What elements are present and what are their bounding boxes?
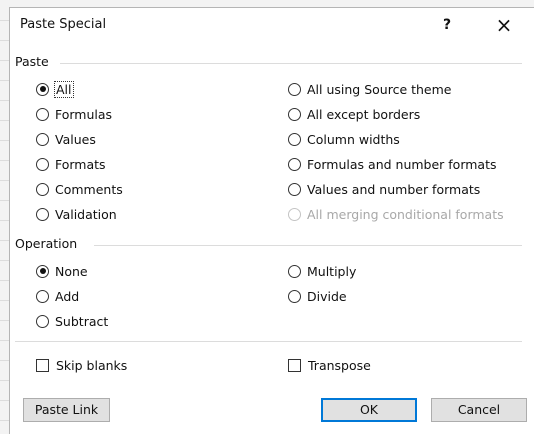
radio-button (36, 107, 49, 121)
radio-label: None (55, 263, 88, 279)
radio-label: Validation (55, 206, 117, 222)
ok-button[interactable]: OK (321, 398, 417, 422)
radio-label: Formats (55, 156, 106, 172)
radio-button (36, 182, 49, 196)
paste-formulas-radio[interactable]: Formulas (36, 104, 112, 124)
paste-values-number-formats-radio[interactable]: Values and number formats (288, 179, 480, 199)
paste-comments-radio[interactable]: Comments (36, 179, 123, 199)
radio-label: All except borders (307, 106, 421, 122)
radio-label: All using Source theme (307, 81, 452, 97)
radio-button (288, 82, 301, 96)
radio-label: Add (55, 288, 80, 304)
paste-all-radio[interactable]: All (36, 79, 74, 99)
radio-button (288, 157, 301, 171)
operation-group-label: Operation (15, 236, 78, 251)
radio-button (288, 107, 301, 121)
paste-all-except-borders-radio[interactable]: All except borders (288, 104, 420, 124)
radio-label: Divide (307, 288, 347, 304)
operation-none-radio[interactable]: None (36, 261, 88, 281)
checkbox-box (288, 358, 301, 372)
radio-button (36, 314, 49, 328)
radio-button (288, 182, 301, 196)
paste-formulas-number-formats-radio[interactable]: Formulas and number formats (288, 154, 497, 174)
paste-values-radio[interactable]: Values (36, 129, 96, 149)
radio-label: Formulas (55, 106, 113, 122)
radio-button (288, 264, 301, 278)
dialog-title: Paste Special (20, 17, 107, 32)
radio-label: All (54, 80, 74, 98)
title-bar: Paste Special ? × (10, 8, 534, 42)
radio-button (36, 157, 49, 171)
paste-link-button[interactable]: Paste Link (23, 398, 110, 422)
operation-multiply-radio[interactable]: Multiply (288, 261, 356, 281)
operation-add-radio[interactable]: Add (36, 286, 79, 306)
paste-special-dialog: Paste Special ? × Paste All Formulas Val… (9, 7, 534, 434)
radio-label: All merging conditional formats (307, 206, 504, 222)
radio-label: Values and number formats (307, 181, 481, 197)
close-button[interactable]: × (489, 12, 519, 38)
radio-selected (36, 82, 49, 96)
radio-button (36, 289, 49, 303)
checkbox-box (36, 358, 49, 372)
options-divider (15, 341, 522, 342)
radio-label: Subtract (55, 313, 109, 329)
radio-selected (36, 264, 49, 278)
paste-validation-radio[interactable]: Validation (36, 204, 117, 224)
radio-label: Formulas and number formats (307, 156, 497, 172)
paste-formats-radio[interactable]: Formats (36, 154, 106, 174)
checkbox-label: Transpose (308, 357, 371, 373)
radio-label: Multiply (307, 263, 357, 279)
radio-button (36, 132, 49, 146)
radio-button (36, 207, 49, 221)
checkbox-label: Skip blanks (56, 357, 128, 373)
radio-button (288, 132, 301, 146)
radio-button (288, 289, 301, 303)
help-button[interactable]: ? (432, 12, 462, 38)
cancel-button[interactable]: Cancel (431, 398, 527, 422)
radio-label: Column widths (307, 131, 400, 147)
operation-subtract-radio[interactable]: Subtract (36, 311, 108, 331)
paste-all-merging-conditional-radio: All merging conditional formats (288, 204, 504, 224)
transpose-checkbox[interactable]: Transpose (288, 355, 371, 375)
radio-label: Values (55, 131, 96, 147)
radio-button (288, 207, 301, 221)
paste-group-divider (60, 63, 522, 64)
paste-all-source-theme-radio[interactable]: All using Source theme (288, 79, 452, 99)
operation-group-divider (94, 245, 522, 246)
paste-group-label: Paste (15, 54, 49, 69)
radio-label: Comments (55, 181, 123, 197)
operation-divide-radio[interactable]: Divide (288, 286, 347, 306)
paste-column-widths-radio[interactable]: Column widths (288, 129, 400, 149)
skip-blanks-checkbox[interactable]: Skip blanks (36, 355, 127, 375)
